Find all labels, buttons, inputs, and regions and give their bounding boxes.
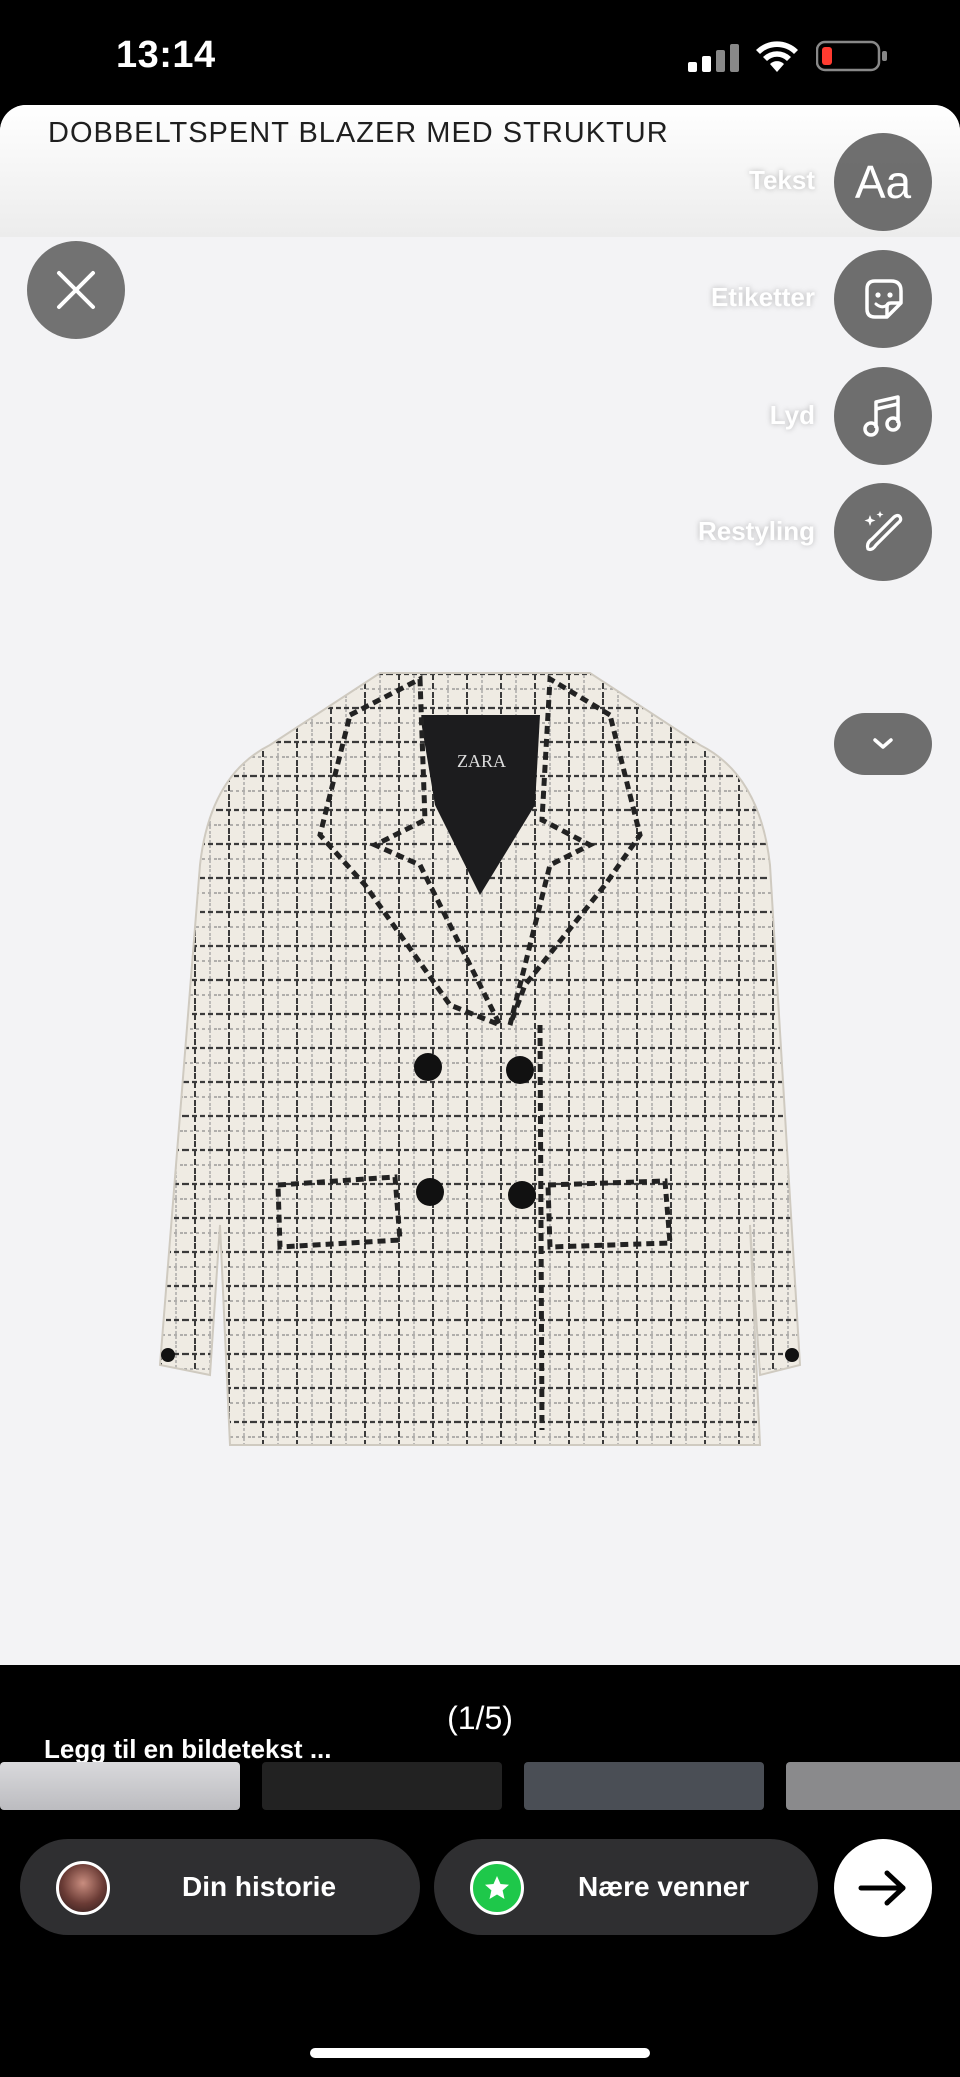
magic-brush-icon	[864, 511, 903, 552]
caption-input[interactable]: Legg til en bildetekst ...	[44, 1734, 332, 1765]
story-canvas[interactable]: DOBBELTSPENT BLAZER MED STRUKTUR ZARA Te…	[0, 105, 960, 1665]
your-story-button[interactable]: Din historie	[20, 1839, 420, 1935]
tool-label-sound: Lyd	[769, 400, 815, 430]
thumbnail-4[interactable]	[786, 1762, 960, 1810]
battery-low-icon	[816, 40, 887, 72]
product-title-band: DOBBELTSPENT BLAZER MED STRUKTUR	[0, 105, 960, 237]
thumbnail-2[interactable]	[262, 1762, 502, 1810]
avatar	[56, 1861, 110, 1915]
thumbnail-1[interactable]	[0, 1762, 240, 1810]
thumbnail-strip[interactable]	[0, 1762, 960, 1810]
close-friends-button[interactable]: Nære venner	[434, 1839, 818, 1935]
cellular-signal-icon	[688, 44, 739, 72]
product-title: DOBBELTSPENT BLAZER MED STRUKTUR	[48, 117, 669, 149]
text-tool-button[interactable]: Aa	[834, 133, 932, 231]
thumbnail-3[interactable]	[524, 1762, 764, 1810]
close-friends-label: Nære venner	[578, 1871, 750, 1902]
close-icon	[57, 271, 95, 309]
chevron-down-icon	[873, 738, 893, 749]
text-aa-icon: Aa	[854, 156, 912, 208]
product-image-blazer: ZARA	[158, 672, 802, 1446]
sound-tool-button[interactable]	[834, 367, 932, 465]
more-tools-button[interactable]	[834, 713, 932, 775]
tool-label-restyling: Restyling	[697, 516, 815, 546]
home-indicator[interactable]	[310, 2048, 650, 2058]
wifi-icon	[756, 41, 798, 72]
arrow-right-icon	[858, 1870, 906, 1906]
close-button[interactable]	[27, 241, 125, 339]
music-note-icon	[863, 395, 901, 437]
status-time: 13:14	[116, 34, 216, 76]
tool-label-stickers: Etiketter	[710, 282, 815, 312]
restyling-tool-button[interactable]	[834, 483, 932, 581]
send-button[interactable]	[834, 1839, 932, 1937]
image-counter: (1/5)	[447, 1700, 513, 1736]
tool-label-text: Tekst	[749, 165, 815, 195]
star-icon	[470, 1861, 524, 1915]
stickers-tool-button[interactable]	[834, 250, 932, 348]
your-story-label: Din historie	[182, 1871, 337, 1902]
status-bar: 13:14	[0, 0, 960, 110]
brand-label: ZARA	[457, 751, 506, 771]
sticker-icon	[865, 279, 903, 319]
